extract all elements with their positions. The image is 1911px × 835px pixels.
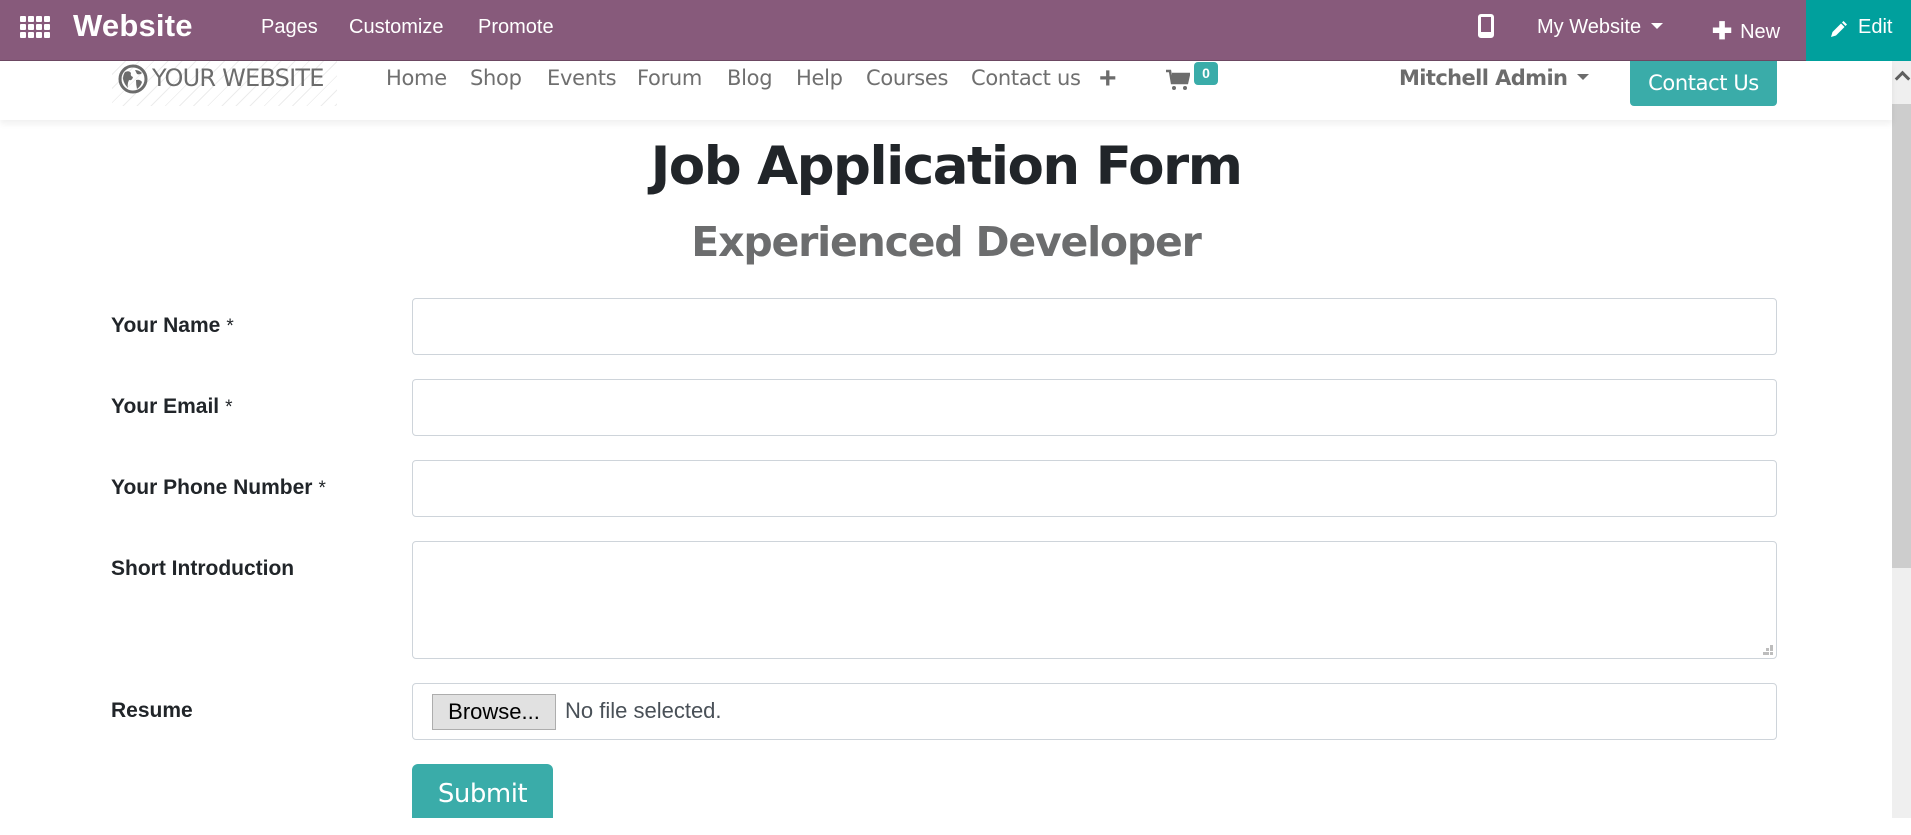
submit-button-container: Submit — [412, 764, 553, 818]
browse-button[interactable]: Browse... — [432, 694, 556, 730]
cart-icon[interactable] — [1166, 69, 1190, 91]
logo-text: YOUR WEBSITE — [152, 64, 324, 92]
resume-file-input[interactable]: Browse... No file selected. — [412, 683, 1777, 740]
page-scrollbar[interactable] — [1892, 61, 1911, 818]
apps-grid-icon[interactable] — [20, 15, 50, 45]
job-title: Experienced Developer — [691, 218, 1202, 266]
name-label-text: Your Name — [111, 314, 221, 337]
resize-grip-icon[interactable] — [1763, 645, 1773, 655]
nav-blog[interactable]: Blog — [727, 66, 773, 90]
admin-topbar: Website Pages Customize Promote My Websi… — [0, 0, 1911, 61]
resume-label: Resume — [111, 699, 193, 722]
caret-down-icon — [1651, 22, 1664, 29]
name-label: Your Name * — [111, 314, 234, 338]
menu-promote[interactable]: Promote — [478, 16, 554, 39]
nav-contact-us[interactable]: Contact us — [971, 66, 1081, 90]
user-name: Mitchell Admin — [1399, 66, 1568, 90]
pencil-icon — [1831, 21, 1847, 37]
cart-count-badge: 0 — [1194, 62, 1218, 85]
nav-home[interactable]: Home — [386, 66, 447, 90]
globe-icon — [118, 64, 148, 94]
plus-icon: ✚ — [1712, 18, 1733, 45]
nav-forum[interactable]: Forum — [637, 66, 702, 90]
phone-label: Your Phone Number * — [111, 476, 326, 500]
menu-customize[interactable]: Customize — [349, 16, 443, 39]
edit-button-label: Edit — [1858, 16, 1893, 38]
mobile-preview-icon[interactable] — [1478, 14, 1494, 38]
new-button-label: New — [1740, 21, 1781, 43]
app-title: Website — [73, 8, 193, 43]
introduction-label: Short Introduction — [111, 557, 295, 580]
submit-button[interactable]: Submit — [412, 764, 553, 818]
nav-help[interactable]: Help — [796, 66, 843, 90]
scroll-up-arrow-icon[interactable] — [1892, 61, 1911, 103]
nav-courses[interactable]: Courses — [866, 66, 948, 90]
required-mark: * — [225, 397, 233, 418]
scrollbar-thumb[interactable] — [1892, 104, 1911, 568]
edit-button[interactable]: Edit — [1806, 0, 1911, 61]
new-button[interactable]: ✚ New — [1712, 16, 1780, 45]
site-logo[interactable]: YOUR WEBSITE — [112, 61, 337, 106]
menu-pages[interactable]: Pages — [261, 16, 318, 39]
user-menu[interactable]: Mitchell Admin — [1399, 66, 1590, 90]
email-label-text: Your Email — [111, 395, 220, 418]
required-mark: * — [318, 478, 326, 499]
file-status: No file selected. — [565, 698, 722, 723]
nav-shop[interactable]: Shop — [470, 66, 522, 90]
phone-label-text: Your Phone Number — [111, 476, 313, 499]
website-navbar: YOUR WEBSITE Home Shop Events Forum Blog… — [0, 61, 1892, 120]
website-selector-label: My Website — [1537, 16, 1642, 38]
phone-input[interactable] — [412, 460, 1777, 517]
page-title: Job Application Form — [650, 136, 1243, 197]
contact-us-button[interactable]: Contact Us — [1630, 61, 1777, 106]
name-input[interactable] — [412, 298, 1777, 355]
email-input[interactable] — [412, 379, 1777, 436]
add-menu-item-icon[interactable]: + — [1099, 62, 1117, 96]
required-mark: * — [226, 316, 234, 337]
introduction-textarea[interactable] — [412, 541, 1777, 659]
caret-down-icon — [1577, 74, 1590, 80]
nav-events[interactable]: Events — [547, 66, 617, 90]
website-selector[interactable]: My Website — [1537, 16, 1664, 39]
email-label: Your Email * — [111, 395, 233, 419]
